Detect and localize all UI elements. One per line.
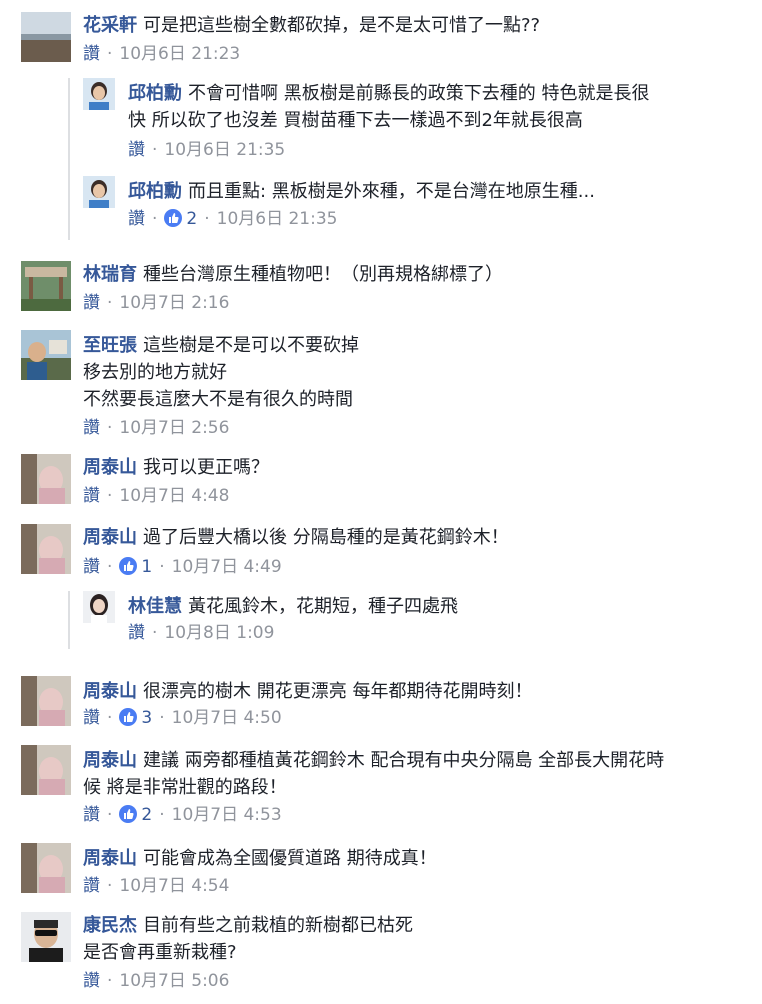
commenter-name[interactable]: 林佳慧 <box>128 596 182 617</box>
commenter-name[interactable]: 周泰山 <box>83 681 137 702</box>
comment-text: 種些台灣原生種植物吧！（別再規格綁標了） <box>143 264 503 285</box>
commenter-name[interactable]: 康民杰 <box>83 915 137 936</box>
avatar[interactable] <box>21 676 71 726</box>
avatar[interactable] <box>83 176 115 208</box>
avatar[interactable] <box>21 454 71 504</box>
comment-meta: 讚 · 10月7日 4:48 <box>83 486 230 506</box>
comment-text: 很漂亮的樹木 開花更漂亮 每年都期待花開時刻！ <box>143 681 533 702</box>
timestamp[interactable]: 10月6日 21:23 <box>119 44 240 64</box>
timestamp[interactable]: 10月7日 2:56 <box>119 418 229 438</box>
like-link[interactable]: 讚 <box>83 486 100 506</box>
timestamp[interactable]: 10月7日 5:06 <box>119 971 229 991</box>
comment-text: 建議 兩旁都種植黃花鋼鈴木 配合現有中央分隔島 全部長大開花時 <box>143 750 665 771</box>
commenter-name[interactable]: 周泰山 <box>83 750 137 771</box>
reply: 邱柏勳 而且重點: 黑板樹是外來種，不是台灣在地原生種... 讚 · 2 · 10月6日 … <box>0 176 762 240</box>
avatar[interactable] <box>83 591 115 623</box>
avatar[interactable] <box>21 524 71 574</box>
like-reaction-icon[interactable] <box>119 557 138 575</box>
like-reaction-icon[interactable] <box>119 805 138 823</box>
comment-text: 我可以更正嗎？ <box>143 457 269 478</box>
commenter-name[interactable]: 周泰山 <box>83 457 137 478</box>
avatar[interactable] <box>21 745 71 795</box>
comment-meta: 讚 · 10月6日 21:35 <box>128 140 286 160</box>
like-link[interactable]: 讚 <box>128 623 145 643</box>
comment-text: 快 所以砍了也沒差 買樹苗種下去一樣過不到2年就長很高 <box>128 110 583 131</box>
comment-text: 不然要長這麼大不是有很久的時間 <box>83 389 353 410</box>
comment-text: 過了后豐大橋以後 分隔島種的是黃花鋼鈴木！ <box>143 527 509 548</box>
comment: 周泰山 我可以更正嗎？ 讚 · 10月7日 4:48 <box>0 454 762 514</box>
like-link[interactable]: 讚 <box>83 805 100 825</box>
like-reaction-icon[interactable] <box>119 708 138 726</box>
comment-meta: 讚 · 10月7日 2:16 <box>83 293 230 313</box>
like-link[interactable]: 讚 <box>83 44 100 64</box>
timestamp[interactable]: 10月6日 21:35 <box>217 209 338 229</box>
comment-text: 而且重點: 黑板樹是外來種，不是台灣在地原生種... <box>188 181 595 202</box>
reaction-count[interactable]: 2 <box>141 805 152 825</box>
reply: 林佳慧 黃花風鈴木，花期短，種子四處飛 讚 · 10月8日 1:09 <box>0 591 762 651</box>
commenter-name[interactable]: 邱柏勳 <box>128 181 182 202</box>
comment: 周泰山 可能會成為全國優質道路 期待成真！ 讚 · 10月7日 4:54 <box>0 843 762 903</box>
avatar[interactable] <box>21 912 71 962</box>
comment-text: 可是把這些樹全數都砍掉，是不是太可惜了一點?? <box>143 15 541 36</box>
avatar[interactable] <box>21 12 71 62</box>
comment-meta: 讚 · 2 · 10月6日 21:35 <box>128 209 338 229</box>
avatar[interactable] <box>21 330 71 380</box>
comment-text: 不會可惜啊 黑板樹是前縣長的政策下去種的 特色就是長很 <box>188 83 650 104</box>
comment-text: 移去別的地方就好 <box>83 362 227 383</box>
comment-meta: 讚 · 10月7日 5:06 <box>83 971 230 991</box>
comment-meta: 讚 · 2 · 10月7日 4:53 <box>83 805 282 825</box>
like-link[interactable]: 讚 <box>83 557 100 577</box>
timestamp[interactable]: 10月8日 1:09 <box>164 623 274 643</box>
comment-meta: 讚 · 10月7日 2:56 <box>83 418 230 438</box>
commenter-name[interactable]: 邱柏勳 <box>128 83 182 104</box>
timestamp[interactable]: 10月7日 4:49 <box>172 557 282 577</box>
reaction-count[interactable]: 2 <box>186 209 197 229</box>
avatar[interactable] <box>83 78 115 110</box>
commenter-name[interactable]: 林瑞育 <box>83 264 137 285</box>
like-link[interactable]: 讚 <box>83 876 100 896</box>
like-link[interactable]: 讚 <box>128 209 145 229</box>
reaction-count[interactable]: 3 <box>141 708 152 728</box>
timestamp[interactable]: 10月7日 4:54 <box>119 876 229 896</box>
comment-meta: 讚 · 1 · 10月7日 4:49 <box>83 557 282 577</box>
comment-text: 是否會再重新栽種? <box>83 942 237 963</box>
comment: 至旺張 這些樹是不是可以不要砍掉 移去別的地方就好 不然要長這麼大不是有很久的時間… <box>0 330 762 445</box>
comment: 林瑞育 種些台灣原生種植物吧！（別再規格綁標了） 讚 · 10月7日 2:16 <box>0 261 762 321</box>
like-link[interactable]: 讚 <box>128 140 145 160</box>
commenter-name[interactable]: 周泰山 <box>83 527 137 548</box>
commenter-name[interactable]: 至旺張 <box>83 335 137 356</box>
reply: 邱柏勳 不會可惜啊 黑板樹是前縣長的政策下去種的 特色就是長很 快 所以砍了也沒差… <box>0 78 762 163</box>
like-reaction-icon[interactable] <box>164 209 183 227</box>
comment: 康民杰 目前有些之前栽植的新樹都已枯死 是否會再重新栽種? 讚 · 10月7日 5:0… <box>0 912 762 1002</box>
comment-text: 可能會成為全國優質道路 期待成真！ <box>143 848 437 869</box>
comment: 周泰山 很漂亮的樹木 開花更漂亮 每年都期待花開時刻！ 讚 · 3 · 10月7日 4:5… <box>0 676 762 736</box>
reaction-count[interactable]: 1 <box>141 557 152 577</box>
commenter-name[interactable]: 周泰山 <box>83 848 137 869</box>
like-link[interactable]: 讚 <box>83 708 100 728</box>
comment-text: 這些樹是不是可以不要砍掉 <box>143 335 359 356</box>
comment-meta: 讚 · 10月6日 21:23 <box>83 44 241 64</box>
comment-meta: 讚 · 10月8日 1:09 <box>128 623 275 643</box>
comment-text: 黃花風鈴木，花期短，種子四處飛 <box>188 596 458 617</box>
commenter-name[interactable]: 花采軒 <box>83 15 137 36</box>
timestamp[interactable]: 10月7日 4:48 <box>119 486 229 506</box>
comment: 花采軒 可是把這些樹全數都砍掉，是不是太可惜了一點?? 讚 · 10月6日 21:23 <box>0 0 762 70</box>
timestamp[interactable]: 10月6日 21:35 <box>164 140 285 160</box>
comment-text: 目前有些之前栽植的新樹都已枯死 <box>143 915 413 936</box>
comment-text: 候 將是非常壯觀的路段！ <box>83 777 287 798</box>
like-link[interactable]: 讚 <box>83 293 100 313</box>
timestamp[interactable]: 10月7日 2:16 <box>119 293 229 313</box>
timestamp[interactable]: 10月7日 4:53 <box>172 805 282 825</box>
avatar[interactable] <box>21 261 71 311</box>
like-link[interactable]: 讚 <box>83 418 100 438</box>
comment: 周泰山 建議 兩旁都種植黃花鋼鈴木 配合現有中央分隔島 全部長大開花時 候 將是非… <box>0 745 762 830</box>
comment-meta: 讚 · 10月7日 4:54 <box>83 876 230 896</box>
timestamp[interactable]: 10月7日 4:50 <box>172 708 282 728</box>
comment: 周泰山 過了后豐大橋以後 分隔島種的是黃花鋼鈴木！ 讚 · 1 · 10月7日 4:49 <box>0 524 762 584</box>
comment-meta: 讚 · 3 · 10月7日 4:50 <box>83 708 282 728</box>
like-link[interactable]: 讚 <box>83 971 100 991</box>
avatar[interactable] <box>21 843 71 893</box>
